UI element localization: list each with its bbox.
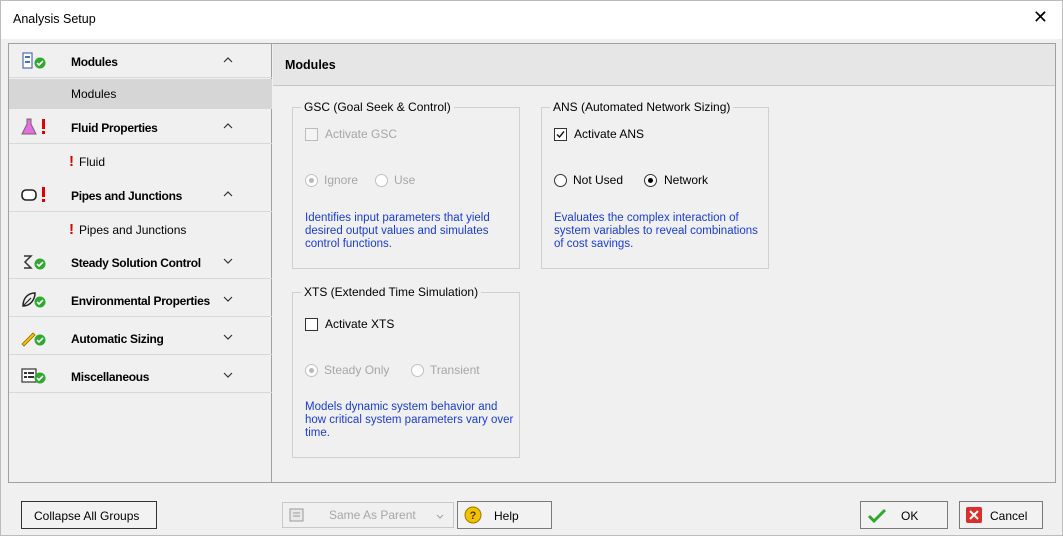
sidebar-item-modules[interactable]: Modules [9, 79, 272, 109]
sidebar-item-label: ! Pipes and Junctions [69, 221, 187, 238]
sidebar-group-label: Steady Solution Control [71, 256, 201, 270]
activate-ans-label: Activate ANS [574, 127, 645, 141]
chevron-down-icon[interactable] [222, 331, 234, 343]
chevron-up-icon[interactable] [222, 54, 234, 66]
flask-warning-icon [21, 118, 45, 135]
activate-gsc-label: Activate GSC [325, 127, 398, 141]
dropdown-arrow-icon [436, 514, 444, 519]
gsc-group: GSC (Goal Seek & Control) Activate GSC I… [292, 100, 520, 269]
gsc-legend: GSC (Goal Seek & Control) [301, 100, 454, 114]
chevron-down-icon[interactable] [222, 369, 234, 381]
help-button[interactable]: ? Help [457, 501, 552, 529]
checkmark-icon [556, 131, 565, 139]
chevron-down-icon[interactable] [222, 293, 234, 305]
sidebar-item-label: ! Fluid [69, 153, 106, 170]
analysis-setup-dialog: Analysis Setup ✕ Modules Modules Fluid P… [0, 0, 1063, 536]
leaf-ok-icon [22, 292, 46, 308]
solution-ok-icon [23, 255, 46, 270]
sidebar-item-label: Modules [71, 87, 117, 101]
ans-network-radio[interactable] [644, 174, 657, 187]
activate-ans-checkbox[interactable] [554, 128, 567, 141]
xts-steady-only-radio[interactable] [305, 364, 318, 377]
activate-xts-label: Activate XTS [325, 317, 395, 331]
gsc-ignore-label: Ignore [324, 173, 359, 187]
ans-legend: ANS (Automated Network Sizing) [550, 100, 734, 114]
chevron-up-icon[interactable] [222, 120, 234, 132]
sidebar-group-label: Modules [71, 55, 118, 69]
sidebar-group-fluid-properties[interactable]: Fluid Properties [9, 110, 272, 144]
ans-not-used-label: Not Used [573, 173, 624, 187]
content-panel: Modules GSC (Goal Seek & Control) Activa… [273, 44, 1055, 482]
xts-group: XTS (Extended Time Simulation) Activate … [292, 285, 520, 458]
sidebar-group-label: Environmental Properties [71, 294, 210, 308]
close-icon[interactable]: ✕ [1033, 7, 1048, 28]
activate-xts-checkbox[interactable] [305, 318, 318, 331]
ok-button[interactable]: OK [860, 501, 948, 529]
gsc-description: Identifies input parameters that yield d… [305, 212, 490, 250]
dialog-footer: Collapse All Groups Same As Parent ? Hel… [1, 491, 1062, 535]
sidebar-group-modules[interactable]: Modules [9, 44, 272, 78]
sidebar-group-label: Pipes and Junctions [71, 189, 182, 203]
sidebar-group-steady-solution-control[interactable]: Steady Solution Control [9, 245, 272, 279]
cancel-x-icon [966, 507, 982, 523]
title-bar: Analysis Setup ✕ [1, 1, 1062, 39]
sidebar-group-automatic-sizing[interactable]: Automatic Sizing [9, 321, 272, 355]
gsc-ignore-radio[interactable] [305, 174, 318, 187]
document-icon [289, 508, 304, 522]
ans-network-label: Network [664, 173, 709, 187]
sidebar-group-label: Fluid Properties [71, 121, 158, 135]
ruler-ok-icon [21, 332, 46, 347]
cancel-button[interactable]: Cancel [959, 501, 1043, 529]
chevron-up-icon[interactable] [222, 188, 234, 200]
chevron-down-icon[interactable] [222, 255, 234, 267]
sidebar-group-label: Miscellaneous [71, 370, 150, 384]
dialog-title: Analysis Setup [13, 12, 96, 26]
sidebar-group-miscellaneous[interactable]: Miscellaneous [9, 359, 272, 393]
same-as-parent-dropdown[interactable]: Same As Parent [282, 502, 454, 528]
dialog-body: Modules Modules Fluid Properties !Fluid [8, 43, 1056, 483]
gsc-use-radio[interactable] [375, 174, 388, 187]
list-ok-icon [21, 368, 46, 384]
collapse-all-groups-button[interactable]: Collapse All Groups [21, 501, 157, 529]
check-icon [867, 508, 887, 524]
modules-ok-icon [22, 52, 46, 69]
warning-icon: ! [69, 153, 74, 170]
help-icon: ? [464, 506, 482, 524]
sidebar-group-environmental-properties[interactable]: Environmental Properties [9, 283, 272, 317]
gsc-use-label: Use [394, 173, 416, 187]
activate-gsc-checkbox[interactable] [305, 128, 318, 141]
xts-description: Models dynamic system behavior and how c… [305, 401, 514, 439]
sidebar: Modules Modules Fluid Properties !Fluid [9, 44, 272, 482]
content-title: Modules [285, 58, 336, 72]
sidebar-group-label: Automatic Sizing [71, 332, 164, 346]
pipe-warning-icon [21, 187, 45, 202]
ans-group: ANS (Automated Network Sizing) Activate … [541, 100, 769, 269]
xts-transient-label: Transient [430, 363, 480, 377]
sidebar-item-fluid[interactable]: ! Fluid [9, 145, 272, 175]
xts-legend: XTS (Extended Time Simulation) [301, 285, 482, 299]
same-as-parent-label: Same As Parent [329, 508, 416, 522]
sidebar-item-pipes-and-junctions[interactable]: ! Pipes and Junctions [9, 213, 272, 243]
ans-description: Evaluates the complex interaction of sys… [554, 212, 758, 250]
xts-transient-radio[interactable] [411, 364, 424, 377]
ans-not-used-radio[interactable] [554, 174, 567, 187]
xts-steady-only-label: Steady Only [324, 363, 390, 377]
content-header: Modules [273, 44, 1055, 86]
svg-text:?: ? [470, 510, 477, 522]
sidebar-group-pipes-and-junctions[interactable]: Pipes and Junctions [9, 178, 272, 212]
warning-icon: ! [69, 221, 74, 238]
